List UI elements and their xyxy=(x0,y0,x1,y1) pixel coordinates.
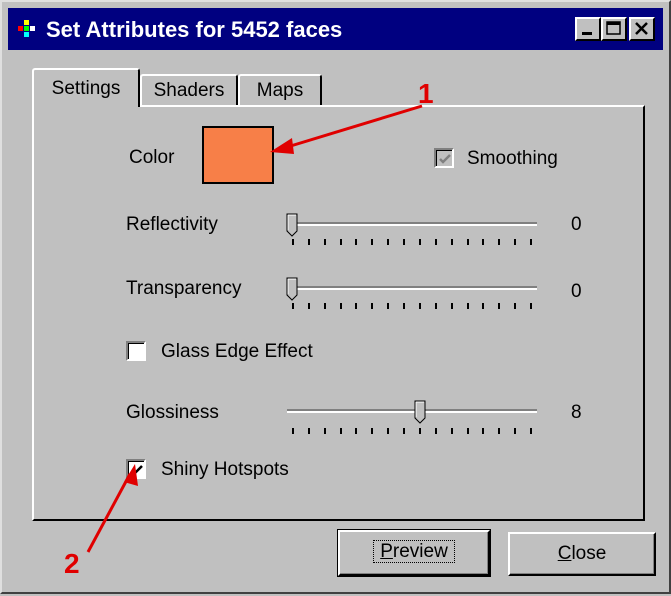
tab-settings[interactable]: Settings xyxy=(32,68,140,107)
annotation-label-2: 2 xyxy=(64,548,80,579)
tab-settings-label: Settings xyxy=(51,78,121,99)
annotation-label-1: 1 xyxy=(418,78,434,109)
annotation-arrow-2 xyxy=(86,464,138,553)
dialog-window: Set Attributes for 5452 faces Settings S… xyxy=(0,0,671,594)
annotation-arrow-1 xyxy=(270,104,423,154)
